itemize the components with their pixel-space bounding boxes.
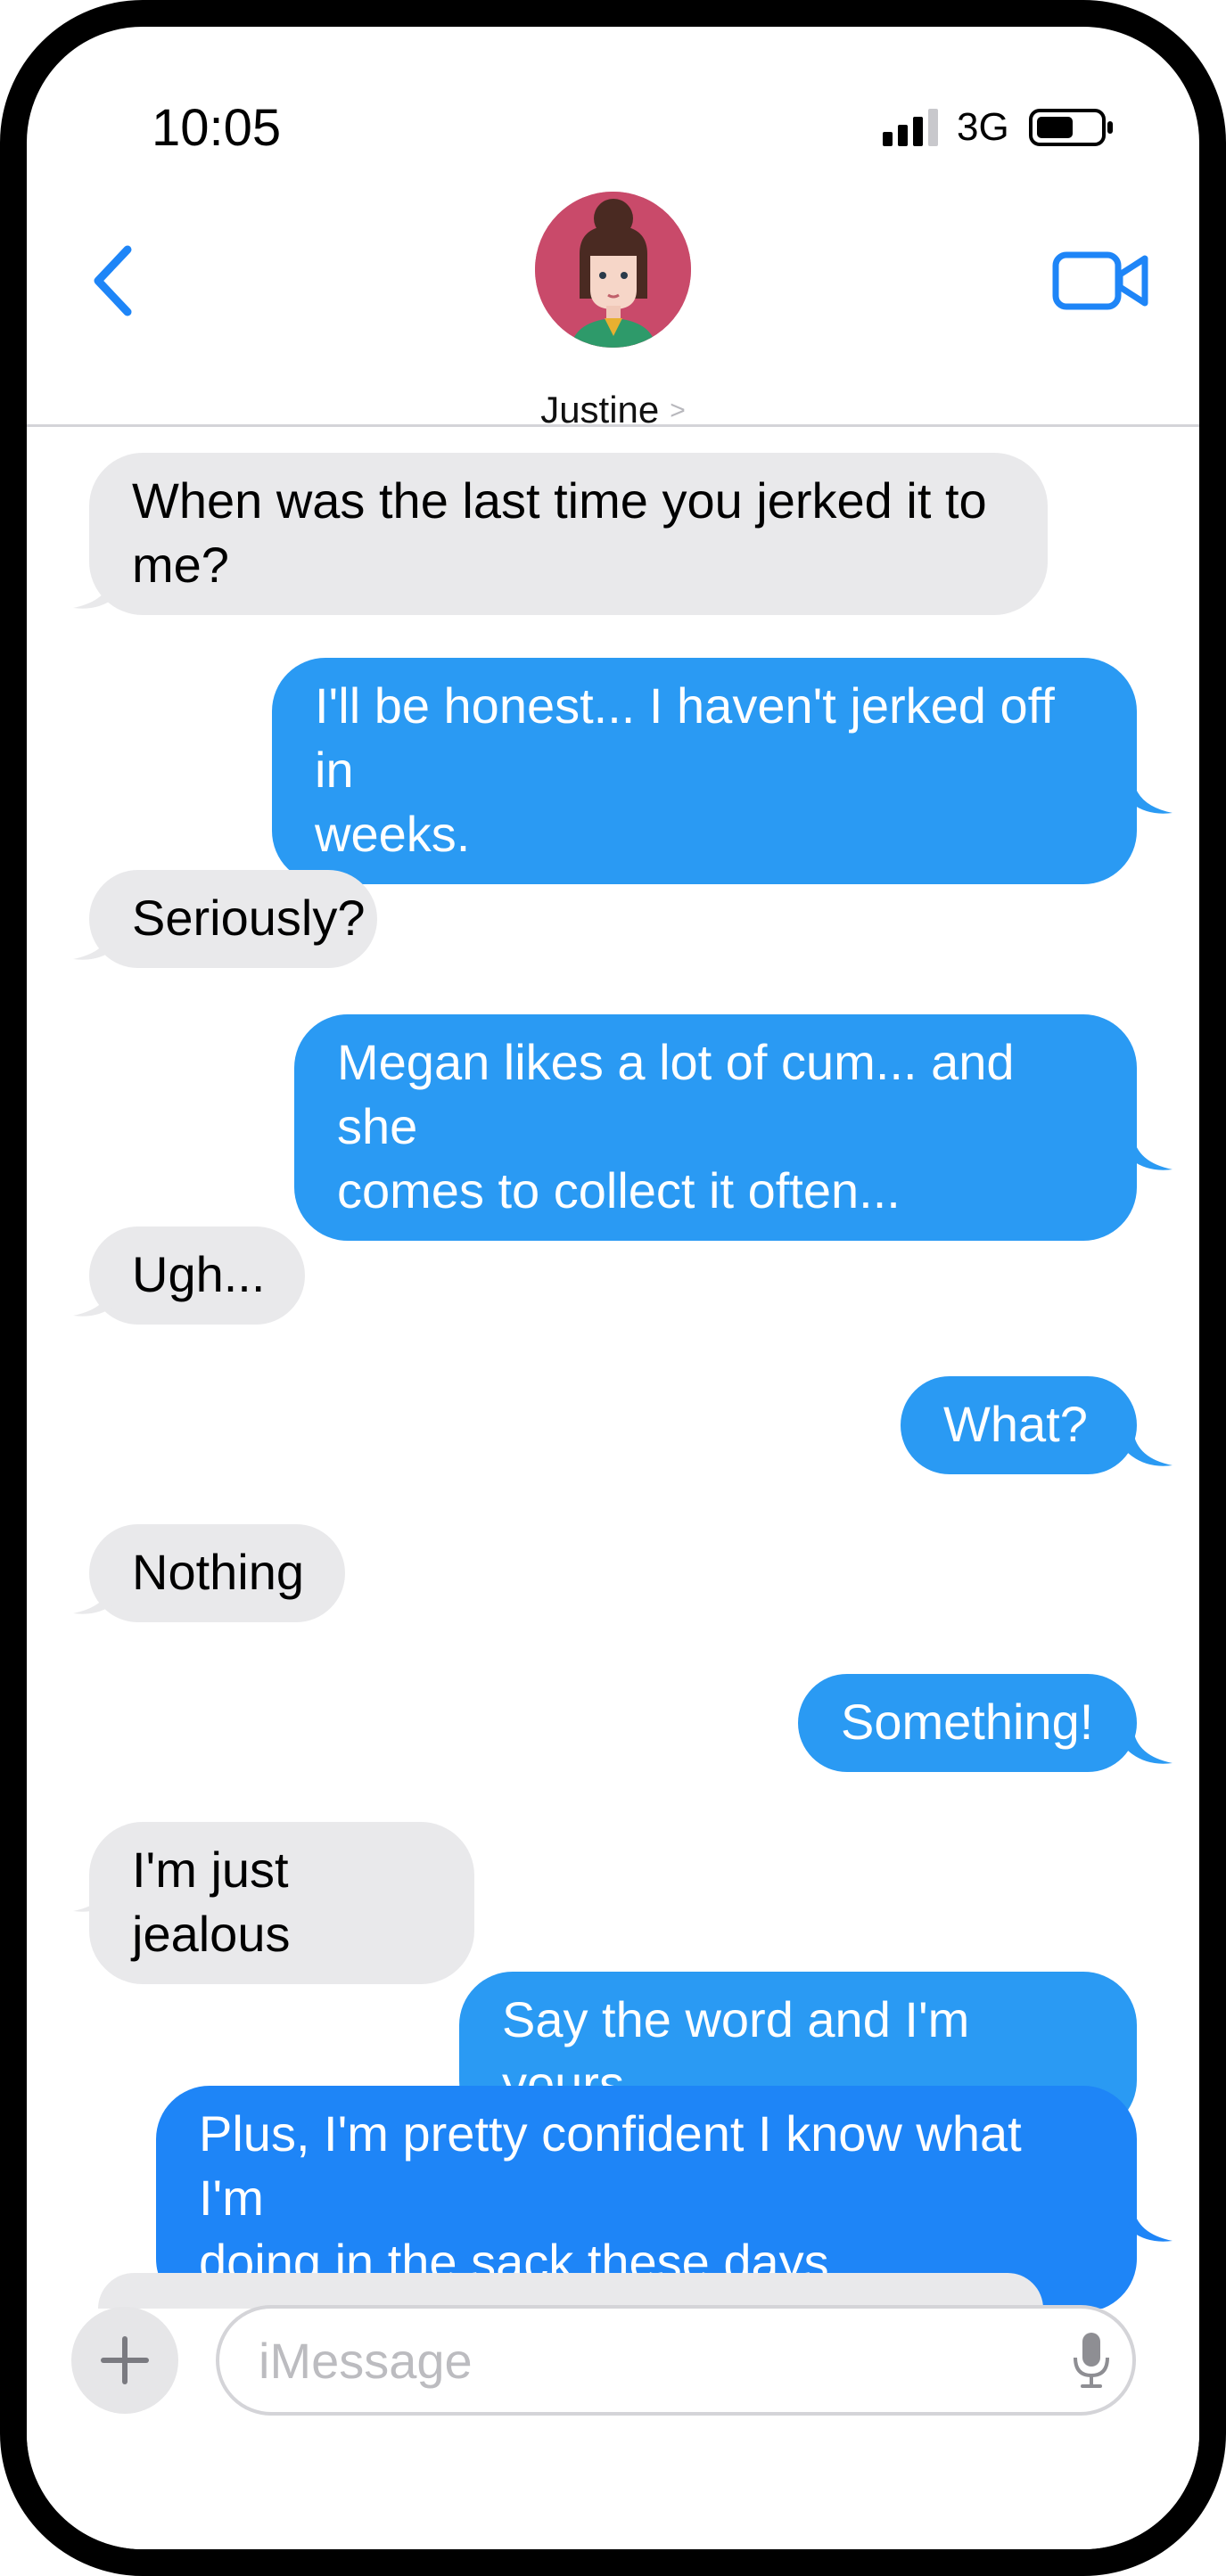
network-type: 3G [957, 105, 1009, 149]
bubble-tail [1128, 779, 1173, 814]
message-bubble-outgoing[interactable]: Megan likes a lot of cum... and she come… [294, 1014, 1137, 1241]
bubble-tail [73, 1579, 118, 1614]
battery-icon [1029, 109, 1113, 146]
bubble-tail [73, 925, 118, 960]
back-chevron-icon[interactable] [87, 241, 141, 321]
message-bubble-incoming[interactable]: I'm just jealous [89, 1822, 474, 1984]
bubble-tail [1128, 1432, 1173, 1466]
bubble-tail [1128, 2207, 1173, 2242]
message-bubble-incoming[interactable]: Seriously? [89, 870, 377, 968]
plus-icon [101, 2336, 149, 2384]
avatar-illustration [535, 192, 691, 348]
bubble-tail [1128, 1729, 1173, 1764]
imessage-input[interactable] [216, 2305, 1136, 2416]
message-bubble-outgoing[interactable]: I'll be honest... I haven't jerked off i… [272, 658, 1137, 884]
message-bubble-partial [98, 2273, 1043, 2309]
bubble-tail [73, 574, 118, 609]
message-bubble-incoming[interactable]: When was the last time you jerked it to … [89, 453, 1048, 615]
header-divider [27, 424, 1199, 427]
chevron-right-icon: > [670, 396, 686, 425]
message-bubble-outgoing[interactable]: Something! [798, 1674, 1137, 1772]
message-bubble-outgoing[interactable]: What? [901, 1376, 1137, 1474]
message-bubble-incoming[interactable]: Nothing [89, 1524, 345, 1622]
contact-avatar[interactable] [535, 192, 691, 348]
status-time: 10:05 [152, 99, 282, 157]
microphone-icon[interactable] [1072, 2331, 1111, 2390]
message-bubble-incoming[interactable]: Ugh... [89, 1226, 305, 1325]
add-attachment-button[interactable] [71, 2307, 178, 2414]
phone-frame: 10:05 3G Justine > When was the last tim… [0, 0, 1226, 2576]
signal-icon [883, 109, 938, 146]
bubble-tail [73, 1877, 118, 1912]
message-thread[interactable]: When was the last time you jerked it to … [27, 428, 1199, 2312]
video-call-icon[interactable] [1052, 250, 1150, 312]
bubble-tail [73, 1282, 118, 1317]
bubble-tail [1128, 1136, 1173, 1170]
